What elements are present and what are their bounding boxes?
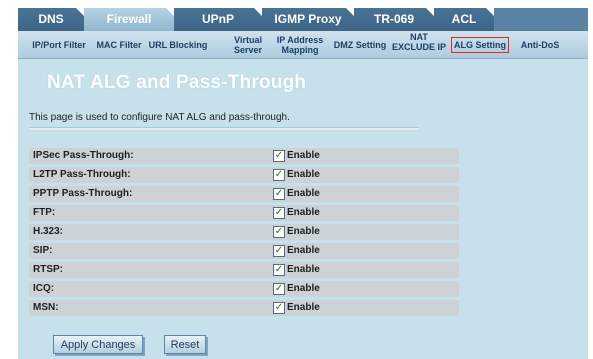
- subnav-ip-address-mapping-label: IP Address Mapping: [276, 34, 324, 55]
- enable-label: Enable: [287, 283, 320, 294]
- subnav-anti-dos-label: Anti-DoS: [520, 39, 560, 50]
- option-label: MSN:: [33, 302, 59, 313]
- option-label: RTSP:: [33, 264, 63, 275]
- subnav-nat-exclude-ip-label: NAT EXCLUDE IP: [391, 32, 446, 52]
- option-row-ipsec: IPSec Pass-Through: ✓ Enable: [29, 148, 459, 164]
- subnav-virtual-server[interactable]: Virtual Server: [218, 31, 262, 58]
- h323-enable-checkbox[interactable]: ✓: [273, 226, 285, 238]
- msn-enable-checkbox[interactable]: ✓: [273, 302, 285, 314]
- option-label: L2TP Pass-Through:: [33, 169, 131, 180]
- tab-dns[interactable]: DNS: [18, 8, 84, 31]
- tab-upnp[interactable]: UPnP: [174, 8, 262, 31]
- page-title: NAT ALG and Pass-Through: [47, 72, 307, 93]
- reset-button[interactable]: Reset: [164, 335, 206, 354]
- option-row-msn: MSN: ✓ Enable: [29, 300, 459, 316]
- tab-upnp-label: UPnP: [201, 12, 234, 26]
- option-row-h323: H.323: ✓ Enable: [29, 224, 459, 240]
- option-row-sip: SIP: ✓ Enable: [29, 243, 459, 259]
- l2tp-enable-checkbox[interactable]: ✓: [273, 169, 285, 181]
- pptp-enable-checkbox[interactable]: ✓: [273, 188, 285, 200]
- enable-label: Enable: [287, 169, 320, 180]
- tab-firewall[interactable]: Firewall: [84, 8, 174, 31]
- option-label: FTP:: [33, 207, 56, 218]
- enable-label: Enable: [287, 245, 320, 256]
- option-label: IPSec Pass-Through:: [33, 150, 134, 161]
- subnav-dmz-setting-label: DMZ Setting: [333, 39, 387, 50]
- ftp-enable-checkbox[interactable]: ✓: [273, 207, 285, 219]
- tab-acl[interactable]: ACL: [434, 8, 494, 31]
- subnav-anti-dos[interactable]: Anti-DoS: [518, 31, 562, 58]
- enable-label: Enable: [287, 188, 320, 199]
- tab-igmp-proxy-label: IGMP Proxy: [274, 12, 342, 26]
- tab-igmp-proxy[interactable]: IGMP Proxy: [262, 8, 354, 31]
- option-label: H.323:: [33, 226, 64, 237]
- divider: [29, 127, 419, 130]
- option-row-rtsp: RTSP: ✓ Enable: [29, 262, 459, 278]
- ipsec-enable-checkbox[interactable]: ✓: [273, 150, 285, 162]
- alg-options-table: IPSec Pass-Through: ✓ Enable L2TP Pass-T…: [29, 148, 459, 319]
- option-row-l2tp: L2TP Pass-Through: ✓ Enable: [29, 167, 459, 183]
- page-description: This page is used to configure NAT ALG a…: [29, 112, 290, 123]
- router-config-page: DNS Firewall UPnP IGMP Proxy TR-069 ACL …: [0, 0, 593, 359]
- option-row-icq: ICQ: ✓ Enable: [29, 281, 459, 297]
- option-row-ftp: FTP: ✓ Enable: [29, 205, 459, 221]
- enable-label: Enable: [287, 302, 320, 313]
- subnav-url-blocking[interactable]: URL Blocking: [148, 31, 208, 58]
- top-tab-bar: DNS Firewall UPnP IGMP Proxy TR-069 ACL: [18, 8, 588, 31]
- subnav-ip-port-filter[interactable]: IP/Port Filter: [28, 31, 90, 58]
- enable-label: Enable: [287, 207, 320, 218]
- enable-label: Enable: [287, 264, 320, 275]
- apply-changes-button[interactable]: Apply Changes: [53, 335, 143, 354]
- tab-acl-label: ACL: [451, 12, 477, 26]
- subnav-alg-setting[interactable]: ALG Setting: [450, 31, 510, 58]
- subnav-url-blocking-label: URL Blocking: [148, 39, 208, 50]
- rtsp-enable-checkbox[interactable]: ✓: [273, 264, 285, 276]
- option-row-pptp: PPTP Pass-Through: ✓ Enable: [29, 186, 459, 202]
- subnav-nat-exclude-ip[interactable]: NAT EXCLUDE IP: [388, 31, 450, 58]
- option-label: ICQ:: [33, 283, 55, 294]
- subnav-ip-port-filter-label: IP/Port Filter: [32, 39, 86, 50]
- option-label: SIP:: [33, 245, 53, 256]
- subnav-dmz-setting[interactable]: DMZ Setting: [332, 31, 388, 58]
- content-panel: NAT ALG and Pass-Through This page is us…: [18, 59, 588, 359]
- option-label: PPTP Pass-Through:: [33, 188, 133, 199]
- subnav-virtual-server-label: Virtual Server: [233, 34, 262, 55]
- enable-label: Enable: [287, 150, 320, 161]
- tab-tr069-label: TR-069: [373, 12, 414, 26]
- sip-enable-checkbox[interactable]: ✓: [273, 245, 285, 257]
- subnav-ip-address-mapping[interactable]: IP Address Mapping: [270, 31, 330, 58]
- subnav-alg-setting-label: ALG Setting: [451, 36, 509, 53]
- tab-tr069[interactable]: TR-069: [354, 8, 434, 31]
- subnav-mac-filter-label: MAC Filter: [96, 39, 142, 50]
- subnav-mac-filter[interactable]: MAC Filter: [94, 31, 144, 58]
- tab-dns-label: DNS: [38, 12, 64, 26]
- tab-firewall-label: Firewall: [106, 12, 152, 26]
- enable-label: Enable: [287, 226, 320, 237]
- icq-enable-checkbox[interactable]: ✓: [273, 283, 285, 295]
- sub-nav-bar: IP/Port Filter MAC Filter URL Blocking V…: [18, 31, 588, 59]
